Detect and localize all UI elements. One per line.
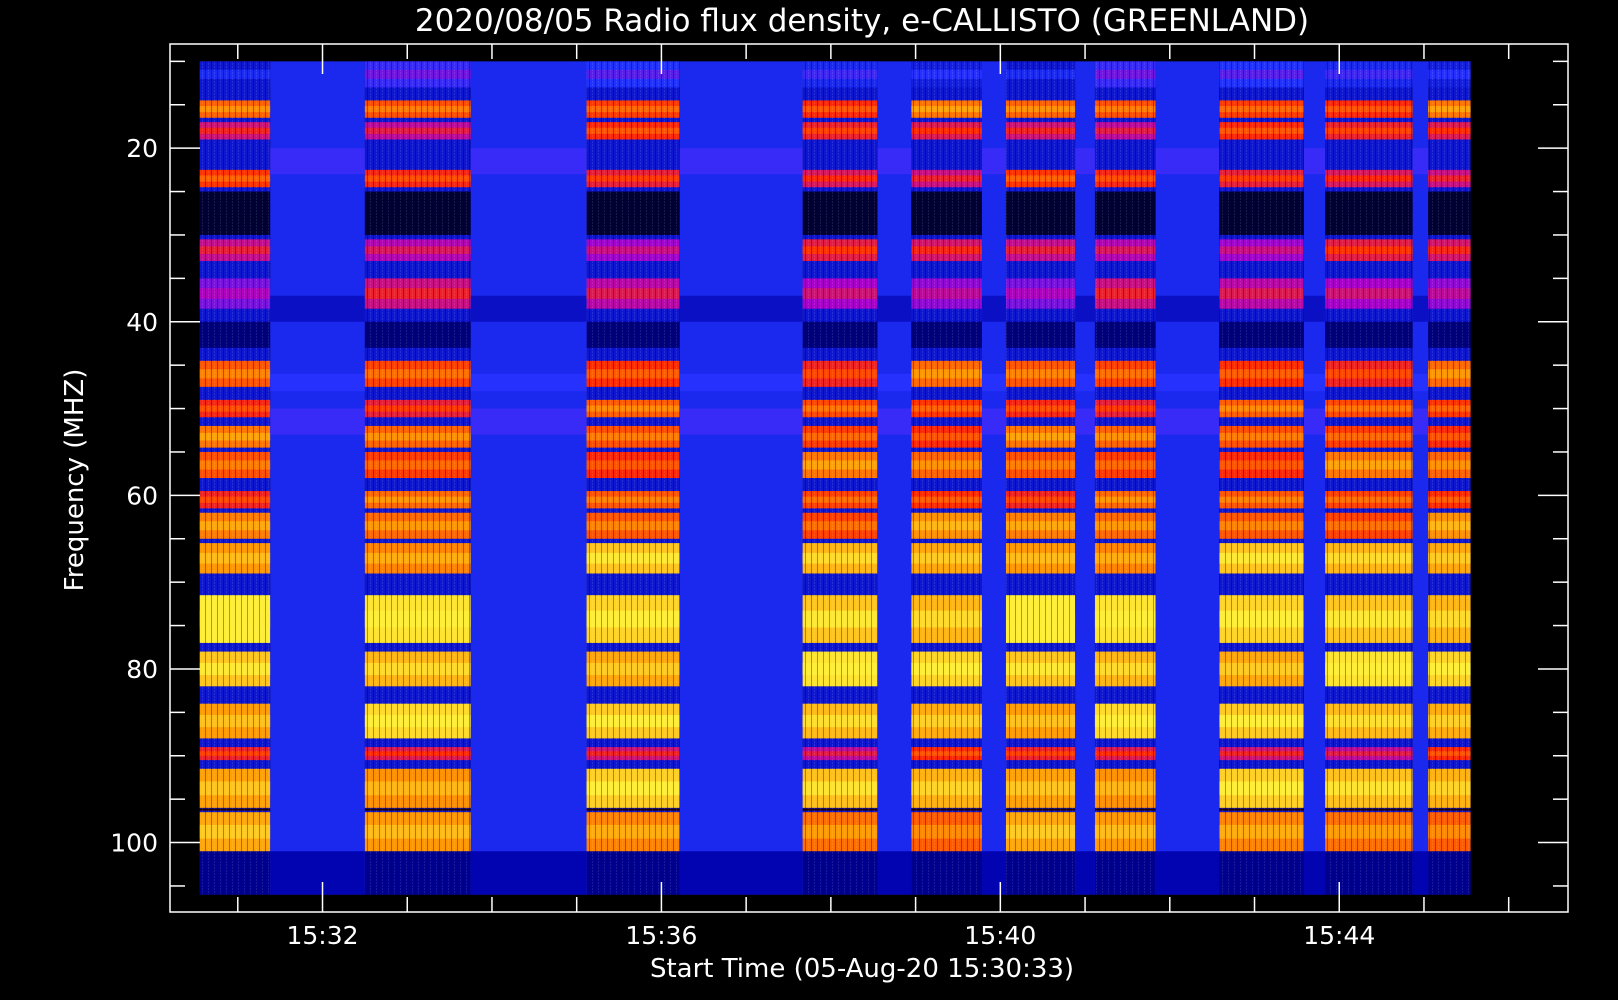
quiet-streak <box>1412 851 1429 895</box>
quiet-streak <box>1075 295 1095 322</box>
spectrogram-column-active <box>364 61 471 895</box>
spectrogram-column-quiet <box>981 61 1006 895</box>
spectrogram-chart: 2020/08/05 Radio flux density, e-CALLIST… <box>60 3 1569 984</box>
column-background <box>877 61 912 895</box>
y-tick-label: 100 <box>110 829 158 858</box>
x-axis-label: Start Time (05-Aug-20 15:30:33) <box>650 954 1074 984</box>
texture-overlay <box>1094 61 1156 895</box>
texture-overlay <box>1428 61 1471 895</box>
spectrogram-column-active <box>911 61 982 895</box>
spectrogram-column-active <box>1005 61 1076 895</box>
quiet-streak <box>1303 408 1326 435</box>
spectrogram-column-active <box>1325 61 1413 895</box>
texture-overlay <box>1219 61 1304 895</box>
quiet-streak <box>1412 295 1429 322</box>
quiet-streak <box>877 373 912 392</box>
y-axis-label: Frequency (MHZ) <box>60 369 90 592</box>
quiet-streak <box>1412 408 1429 435</box>
quiet-streak <box>270 408 365 435</box>
quiet-streak <box>1075 148 1095 175</box>
y-tick-label: 60 <box>126 481 158 510</box>
texture-overlay <box>1325 61 1413 895</box>
quiet-streak <box>1075 408 1095 435</box>
column-background <box>981 61 1006 895</box>
spectrogram-column-quiet <box>470 61 587 895</box>
spectrogram-column-quiet <box>1075 61 1095 895</box>
quiet-streak <box>470 148 587 175</box>
quiet-streak <box>1303 373 1326 392</box>
spectrogram-column-quiet <box>1303 61 1326 895</box>
quiet-streak <box>1075 851 1095 895</box>
quiet-streak <box>981 408 1006 435</box>
x-tick-label: 15:40 <box>964 921 1036 950</box>
spectrogram-column-active <box>1094 61 1156 895</box>
quiet-streak <box>981 148 1006 175</box>
texture-overlay <box>802 61 878 895</box>
spectrogram-column-quiet <box>679 61 803 895</box>
texture-overlay <box>1005 61 1076 895</box>
quiet-streak <box>470 851 587 895</box>
spectrogram-column-active <box>1428 61 1471 895</box>
quiet-streak <box>270 373 365 392</box>
x-tick-label: 15:44 <box>1303 921 1375 950</box>
quiet-streak <box>1412 148 1429 175</box>
spectrogram-column-quiet <box>877 61 912 895</box>
quiet-streak <box>1412 373 1429 392</box>
quiet-streak <box>877 851 912 895</box>
quiet-streak <box>270 295 365 322</box>
spectrogram-column-active <box>199 61 271 895</box>
texture-overlay <box>364 61 471 895</box>
texture-overlay <box>586 61 680 895</box>
quiet-streak <box>470 408 587 435</box>
texture-overlay <box>199 61 271 895</box>
quiet-streak <box>270 851 365 895</box>
quiet-streak <box>877 408 912 435</box>
quiet-streak <box>1303 295 1326 322</box>
column-background <box>1075 61 1095 895</box>
column-background <box>270 61 365 895</box>
column-background <box>679 61 803 895</box>
spectrogram-column-active <box>586 61 680 895</box>
quiet-streak <box>679 148 803 175</box>
spectrogram-column-active <box>1219 61 1304 895</box>
quiet-streak <box>981 851 1006 895</box>
quiet-streak <box>1155 148 1220 175</box>
quiet-streak <box>981 295 1006 322</box>
quiet-streak <box>1155 295 1220 322</box>
quiet-streak <box>679 295 803 322</box>
x-tick-label: 15:36 <box>625 921 697 950</box>
y-tick-label: 40 <box>126 308 158 337</box>
quiet-streak <box>679 851 803 895</box>
quiet-streak <box>1155 373 1220 392</box>
column-background <box>1155 61 1220 895</box>
quiet-streak <box>679 373 803 392</box>
plot-area <box>199 61 1471 895</box>
x-tick-label: 15:32 <box>286 921 358 950</box>
spectrogram-column-quiet <box>270 61 365 895</box>
y-tick-label: 80 <box>126 655 158 684</box>
quiet-streak <box>679 408 803 435</box>
quiet-streak <box>470 295 587 322</box>
quiet-streak <box>877 148 912 175</box>
column-background <box>470 61 587 895</box>
chart-title: 2020/08/05 Radio flux density, e-CALLIST… <box>415 3 1309 39</box>
y-tick-label: 20 <box>126 134 158 163</box>
quiet-streak <box>1303 148 1326 175</box>
quiet-streak <box>1075 373 1095 392</box>
quiet-streak <box>981 373 1006 392</box>
spectrogram-column-quiet <box>1155 61 1220 895</box>
quiet-streak <box>1303 851 1326 895</box>
texture-overlay <box>911 61 982 895</box>
spectrogram-column-quiet <box>1412 61 1429 895</box>
column-background <box>1303 61 1326 895</box>
quiet-streak <box>877 295 912 322</box>
quiet-streak <box>470 373 587 392</box>
quiet-streak <box>1155 851 1220 895</box>
quiet-streak <box>270 148 365 175</box>
spectrogram-column-active <box>802 61 878 895</box>
column-background <box>1412 61 1429 895</box>
quiet-streak <box>1155 408 1220 435</box>
